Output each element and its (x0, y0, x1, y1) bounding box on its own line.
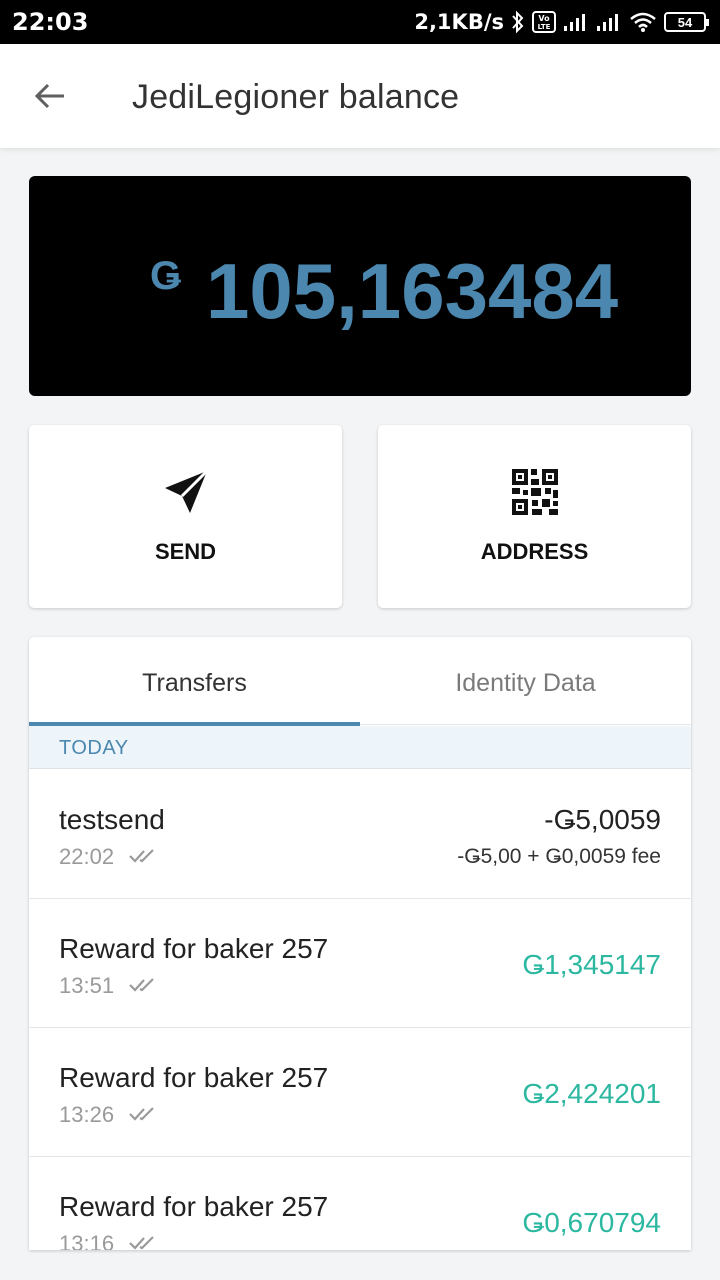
tab-identity-data[interactable]: Identity Data (360, 637, 691, 725)
transaction-amount: Ǥ1,345147 (522, 949, 661, 980)
date-header: TODAY (29, 726, 691, 769)
send-label: SEND (154, 539, 217, 564)
svg-text:Vo: Vo (538, 14, 550, 23)
address-button[interactable]: ADDRESS (378, 425, 691, 608)
transaction-row[interactable]: Reward for baker 257 13:26 Ǥ2,424201 (29, 1028, 691, 1157)
send-button[interactable]: SEND (29, 425, 342, 608)
double-check-icon (129, 1107, 154, 1121)
battery-icon: 54 (664, 12, 709, 32)
balance-card: Ǥ 105,163484 (29, 176, 691, 396)
transaction-name: Reward for baker 257 (59, 1191, 329, 1222)
signal-icon (596, 12, 622, 32)
transaction-amount: -Ǥ5,0059 (544, 804, 661, 835)
tab-transfers[interactable]: Transfers (29, 637, 360, 725)
network-speed: 2,1KB/s (414, 10, 504, 34)
bluetooth-icon (511, 10, 525, 34)
back-button[interactable] (30, 78, 70, 114)
svg-text:LTE: LTE (538, 23, 551, 31)
transaction-fee: -Ǥ5,00 + Ǥ0,0059 fee (457, 845, 661, 868)
qr-code-icon (378, 468, 691, 516)
date-header-label: TODAY (59, 737, 129, 759)
transaction-time: 13:26 (59, 1102, 115, 1127)
transactions-card: Transfers Identity Data TODAY testsend 2… (29, 637, 691, 1250)
app-bar: JediLegioner balance (0, 44, 720, 148)
transaction-time: 13:51 (59, 973, 115, 998)
double-check-icon (129, 849, 154, 863)
transaction-row[interactable]: Reward for baker 257 13:16 Ǥ0,670794 (29, 1157, 691, 1250)
status-icons: 2,1KB/s Vo LTE 54 (414, 7, 709, 37)
transaction-time: 22:02 (59, 844, 115, 869)
transaction-name: Reward for baker 257 (59, 1062, 329, 1093)
transaction-row[interactable]: testsend 22:02 -Ǥ5,0059 -Ǥ5,00 + Ǥ0,0059… (29, 770, 691, 899)
page-title: JediLegioner balance (132, 78, 460, 116)
status-time: 22:03 (12, 8, 89, 36)
transaction-name: Reward for baker 257 (59, 933, 329, 964)
transaction-amount: Ǥ2,424201 (522, 1078, 661, 1109)
transaction-time: 13:16 (59, 1231, 115, 1250)
transaction-amount: Ǥ0,670794 (522, 1207, 661, 1238)
transaction-name: testsend (59, 804, 165, 835)
wifi-icon (629, 11, 657, 33)
transaction-row[interactable]: Reward for baker 257 13:51 Ǥ1,345147 (29, 899, 691, 1028)
balance-amount: 105,163484 (206, 247, 619, 335)
signal-icon (563, 12, 589, 32)
double-check-icon (129, 978, 154, 992)
status-bar: 22:03 2,1KB/s Vo LTE 54 (0, 0, 720, 44)
tab-bar: Transfers Identity Data (29, 637, 691, 726)
arrow-left-icon (34, 83, 64, 109)
currency-symbol: Ǥ (150, 254, 182, 298)
volte-icon: Vo LTE (532, 11, 556, 33)
address-label: ADDRESS (480, 539, 589, 564)
double-check-icon (129, 1236, 154, 1250)
send-icon (29, 468, 342, 516)
